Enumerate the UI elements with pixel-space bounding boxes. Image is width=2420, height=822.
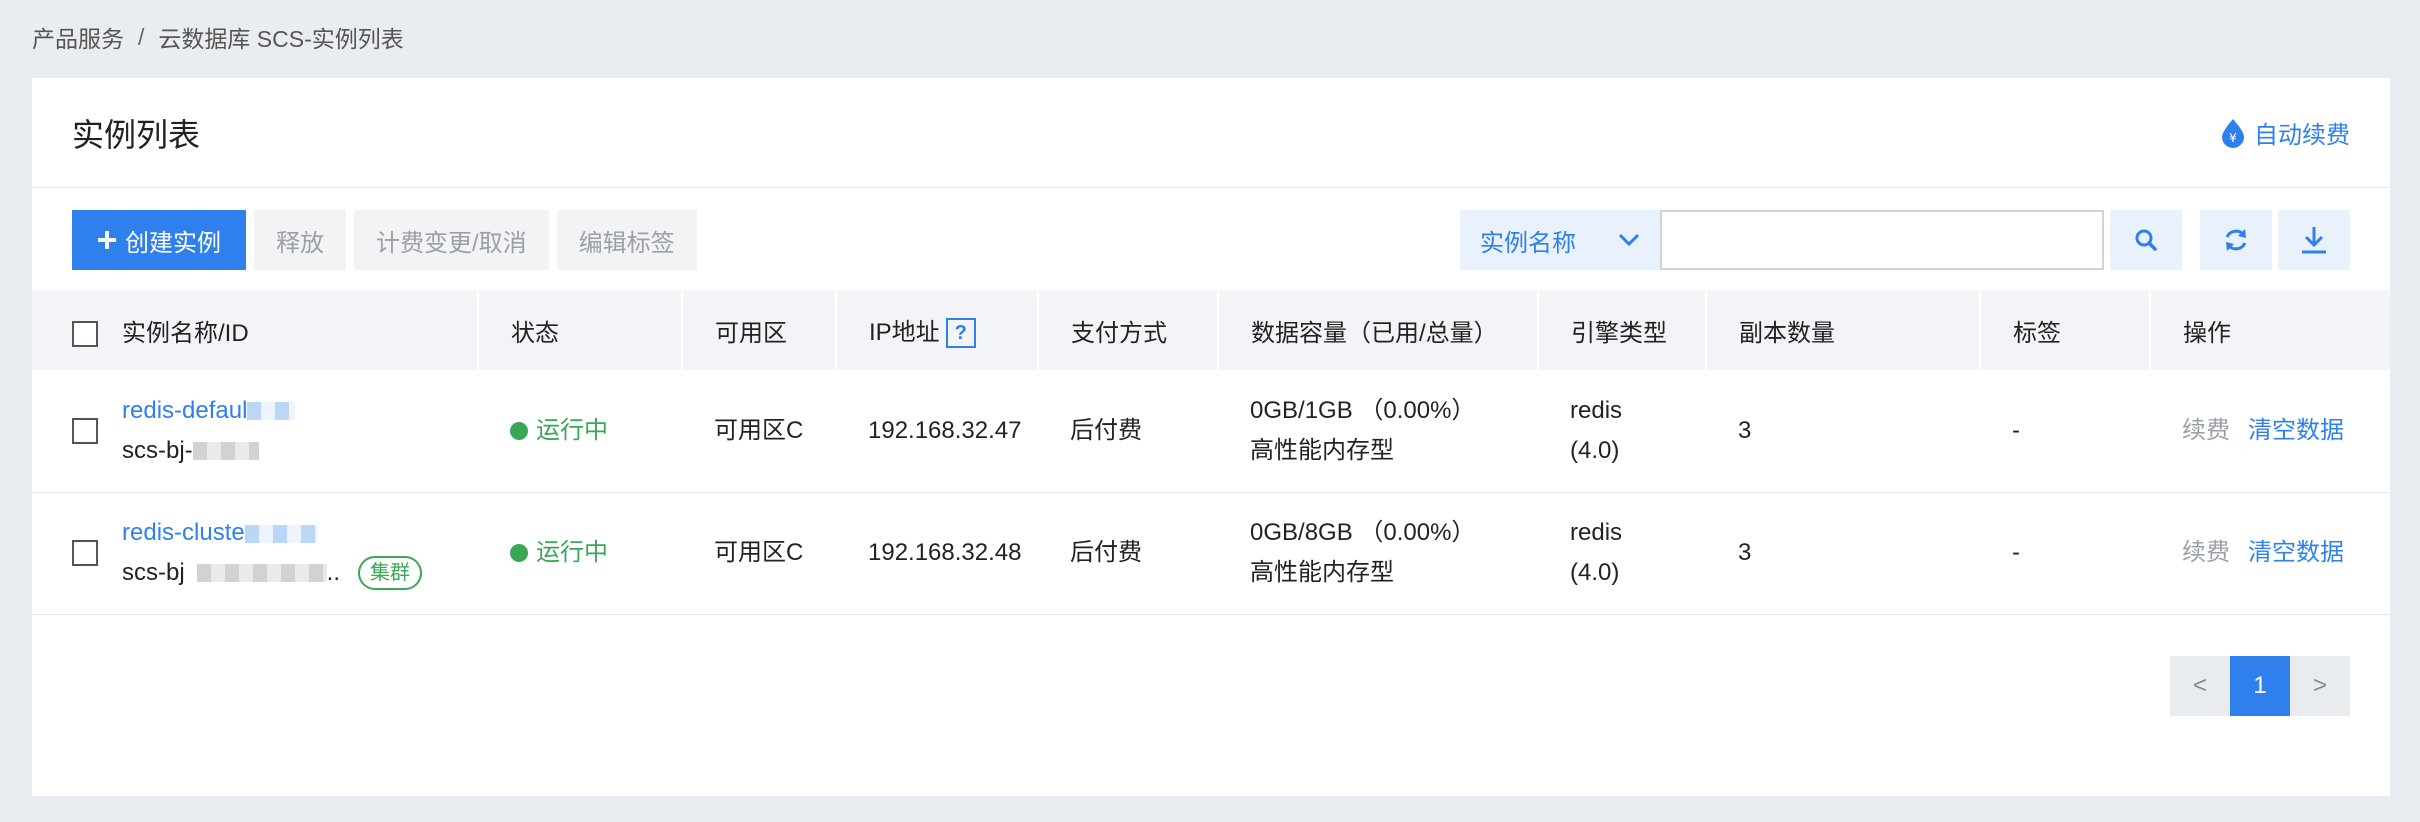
cell-capacity: 0GB/1GB （0.00%） 高性能内存型	[1218, 370, 1538, 492]
header-actions: 操作	[2149, 290, 2390, 370]
plus-icon	[98, 231, 116, 249]
header-replicas: 副本数量	[1705, 290, 1980, 370]
instance-list-card: 实例列表 ¥ 自动续费 创建实例 释放 计费变更/取消 编辑标签 实例名称 实例…	[32, 78, 2390, 796]
status-label: 运行中	[536, 539, 608, 566]
page-title: 实例列表	[72, 116, 201, 153]
row-checkbox[interactable]	[72, 540, 98, 566]
edit-tags-button[interactable]: 编辑标签	[556, 210, 697, 270]
table-header-row: 实例名称/ID 状态 可用区 IP地址? 支付方式 数据容量（已用/总量） 引擎…	[32, 290, 2390, 370]
help-icon[interactable]: ?	[945, 318, 976, 349]
clear-data-button[interactable]: 清空数据	[2248, 539, 2344, 566]
header-status: 状态	[477, 290, 682, 370]
cell-payment: 后付费	[1070, 416, 1142, 444]
instance-table: 实例名称/ID 状态 可用区 IP地址? 支付方式 数据容量（已用/总量） 引擎…	[32, 290, 2390, 615]
header-zone: 可用区	[681, 290, 836, 370]
page-number-button[interactable]: 1	[2230, 656, 2290, 716]
breadcrumb-separator: /	[138, 23, 145, 50]
next-page-button[interactable]: >	[2290, 656, 2350, 716]
header-ip-label: IP地址	[869, 318, 940, 346]
engine-version: (4.0)	[1570, 436, 1620, 464]
storage-type: 高性能内存型	[1250, 559, 1394, 586]
row-checkbox[interactable]	[72, 417, 98, 444]
create-instance-button[interactable]: 创建实例	[72, 210, 246, 270]
table-row: redis-cluste scs-bj.. 集群 运行中 可用区C 192.16…	[32, 492, 2390, 614]
cell-zone: 可用区C	[714, 416, 804, 444]
select-all-checkbox[interactable]	[72, 321, 98, 348]
search-input[interactable]	[1660, 210, 2104, 270]
header-ip: IP地址?	[835, 290, 1038, 370]
redacted-text	[196, 564, 327, 582]
auto-renew-link[interactable]: ¥ 自动续费	[2220, 115, 2350, 150]
cell-tags: -	[2012, 539, 2020, 566]
cell-status: 运行中	[478, 370, 682, 492]
engine-name: redis	[1570, 396, 1623, 424]
create-instance-label: 创建实例	[125, 229, 221, 257]
refresh-icon	[2225, 229, 2247, 251]
cell-ip: 192.168.32.48	[868, 539, 1022, 566]
refresh-button[interactable]	[2200, 210, 2272, 270]
header-payment: 支付方式	[1037, 290, 1218, 370]
redacted-text	[192, 442, 259, 461]
status-dot	[510, 544, 528, 562]
breadcrumb: 产品服务 / 云数据库 SCS-实例列表	[32, 20, 404, 54]
cell-engine: redis (4.0)	[1538, 370, 1706, 492]
release-button[interactable]: 释放	[254, 210, 346, 270]
cell-name: redis-defaul scs-bj-	[32, 370, 478, 492]
cell-actions: 续费 清空数据	[2150, 492, 2390, 614]
cell-replicas: 3	[1738, 416, 1752, 444]
header-name-label: 实例名称/ID	[122, 319, 249, 347]
yuan-drop-icon: ¥	[2222, 118, 2244, 148]
breadcrumb-parent[interactable]: 产品服务	[32, 20, 124, 54]
chevron-down-icon	[1618, 233, 1640, 247]
status-dot	[510, 421, 528, 440]
cluster-badge: 集群	[358, 556, 423, 590]
svg-text:¥: ¥	[2229, 131, 2237, 145]
cell-zone: 可用区C	[714, 539, 804, 566]
prev-page-button[interactable]: <	[2170, 656, 2230, 716]
instance-id-ellipsis: ..	[326, 559, 341, 586]
billing-change-button[interactable]: 计费变更/取消	[354, 210, 549, 270]
pagination: < 1 >	[2170, 656, 2350, 716]
cell-actions: 续费 清空数据	[2150, 370, 2390, 492]
cell-engine: redis (4.0)	[1538, 492, 1706, 614]
header-engine: 引擎类型	[1537, 290, 1706, 370]
header-capacity: 数据容量（已用/总量）	[1217, 290, 1538, 370]
cell-tags: -	[2012, 416, 2020, 444]
cell-name: redis-cluste scs-bj.. 集群	[32, 492, 478, 614]
cell-ip: 192.168.32.47	[868, 416, 1022, 444]
renew-button[interactable]: 续费	[2182, 417, 2230, 444]
clear-data-button[interactable]: 清空数据	[2248, 417, 2344, 444]
search-icon	[2135, 229, 2157, 251]
breadcrumb-current: 云数据库 SCS-实例列表	[158, 26, 404, 52]
renew-button[interactable]: 续费	[2182, 539, 2230, 566]
engine-name: redis	[1570, 519, 1623, 546]
instance-id: scs-bj-	[122, 436, 193, 464]
capacity-value: 0GB/1GB （0.00%）	[1250, 396, 1476, 424]
instance-name-link[interactable]: redis-defaul	[122, 397, 247, 424]
status-label: 运行中	[536, 416, 608, 444]
search-button[interactable]	[2110, 210, 2182, 270]
cell-status: 运行中	[478, 492, 682, 614]
search-field-select[interactable]: 实例名称	[1460, 210, 1660, 270]
search-field-value: 实例名称	[1480, 229, 1576, 257]
table-row: redis-defaul scs-bj- 运行中 可用区C 192.168.32…	[32, 370, 2390, 492]
header-name: 实例名称/ID	[32, 290, 478, 370]
toolbar: 创建实例 释放 计费变更/取消 编辑标签 实例名称	[72, 210, 2350, 270]
storage-type: 高性能内存型	[1250, 436, 1394, 464]
instance-id: scs-bj	[122, 559, 185, 586]
download-icon	[2302, 227, 2326, 254]
auto-renew-label: 自动续费	[2254, 122, 2350, 149]
redacted-text	[247, 402, 296, 421]
download-button[interactable]	[2278, 210, 2350, 270]
engine-version: (4.0)	[1570, 559, 1620, 586]
cell-payment: 后付费	[1070, 539, 1142, 566]
redacted-text	[244, 524, 317, 543]
card-header: 实例列表 ¥ 自动续费	[32, 78, 2390, 188]
capacity-value: 0GB/8GB （0.00%）	[1250, 519, 1476, 546]
cell-capacity: 0GB/8GB （0.00%） 高性能内存型	[1218, 492, 1538, 614]
header-tags: 标签	[1979, 290, 2150, 370]
cell-replicas: 3	[1738, 539, 1752, 566]
instance-name-link[interactable]: redis-cluste	[122, 519, 245, 546]
